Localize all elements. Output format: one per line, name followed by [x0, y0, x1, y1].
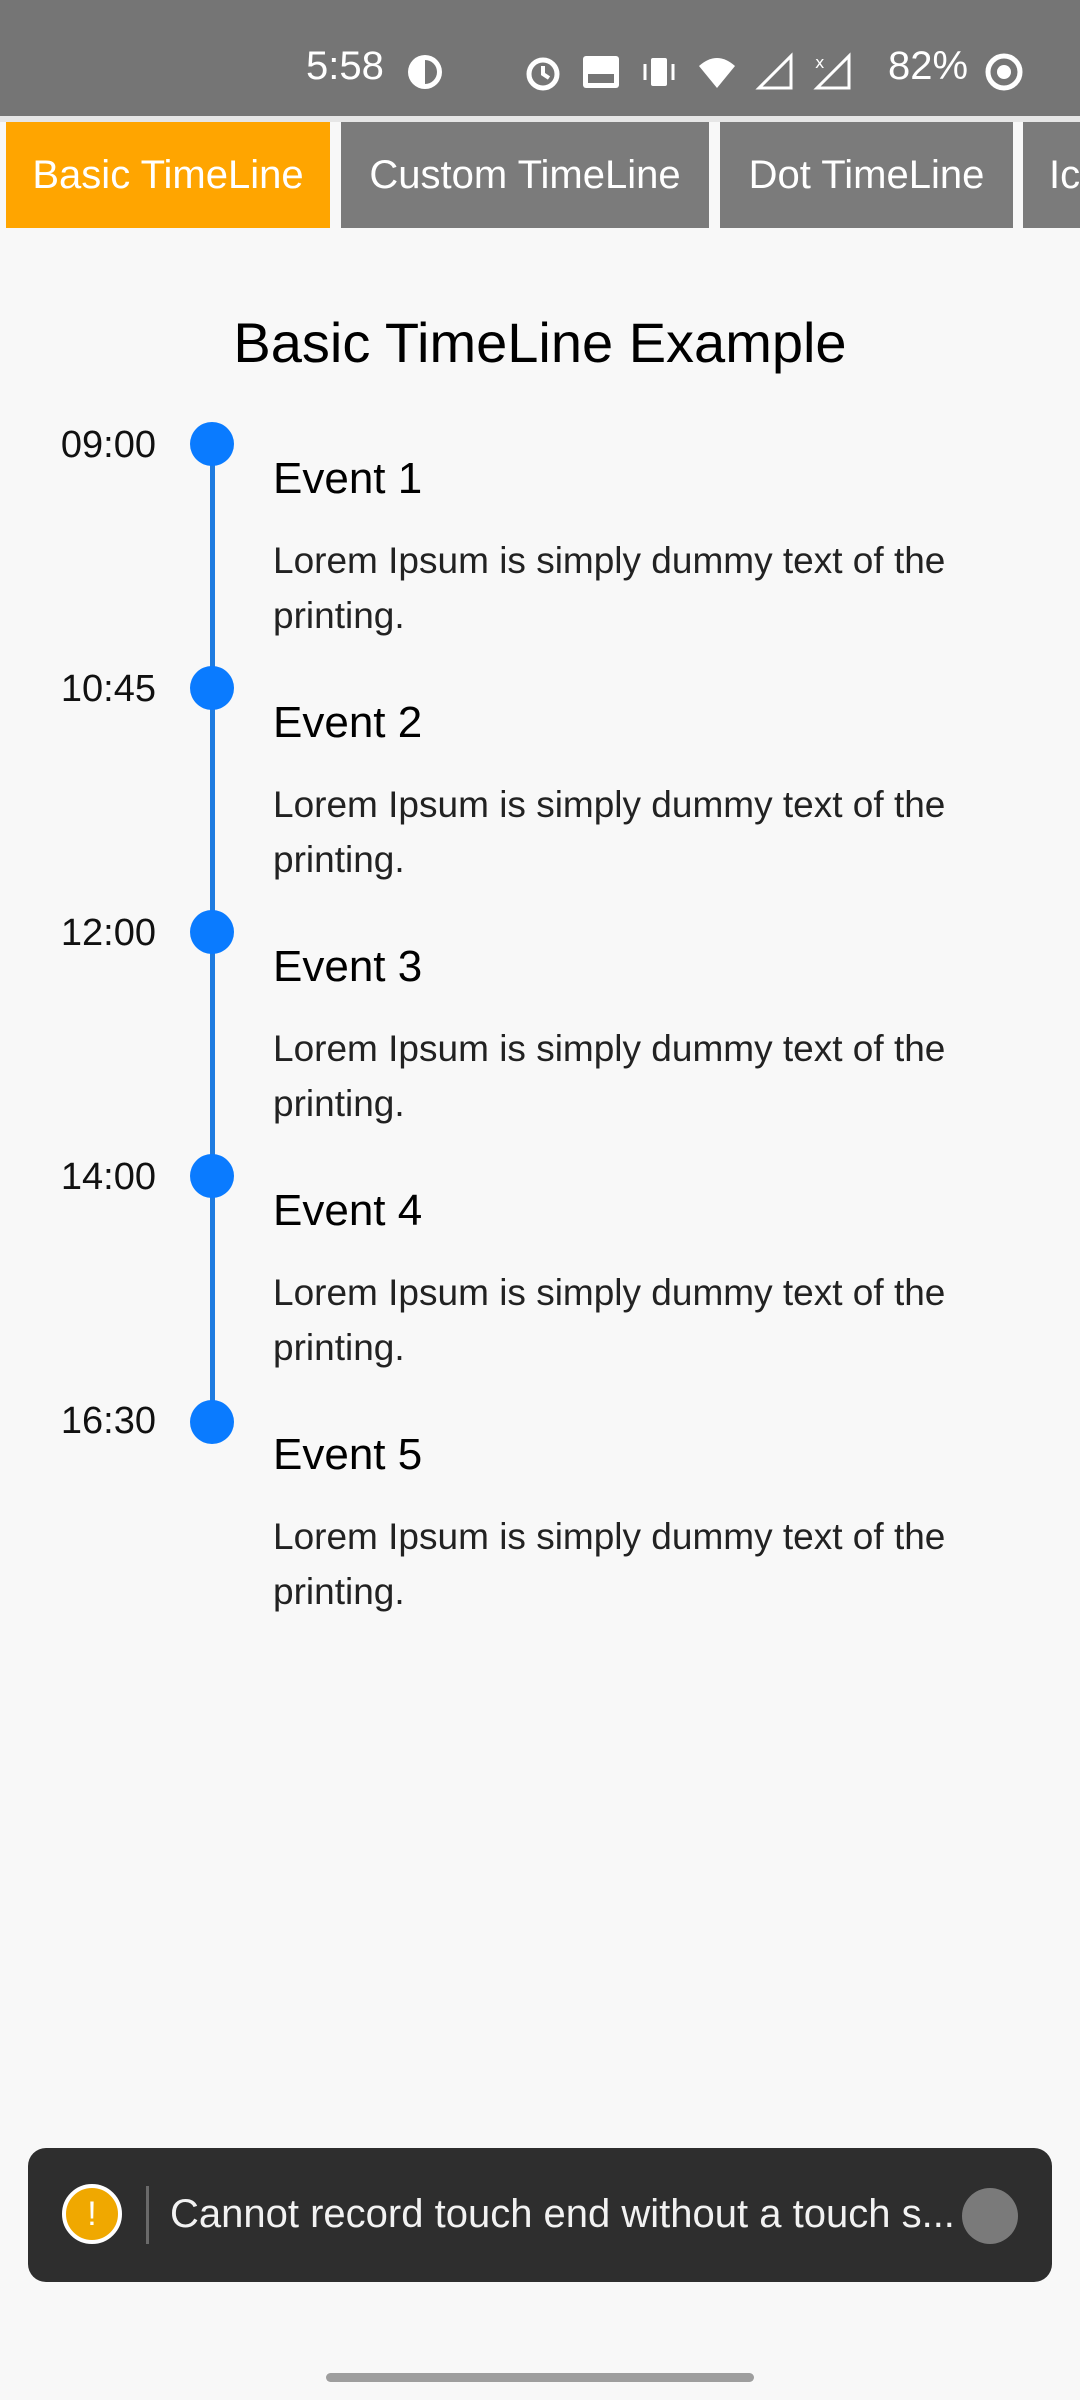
- battery-percentage: 82%: [888, 44, 969, 88]
- timeline-dot: [190, 1154, 234, 1198]
- toast-message: Cannot record touch end without a touch …: [170, 2192, 955, 2236]
- data-saver-icon: [408, 55, 442, 89]
- timeline-time: 12:00: [60, 912, 156, 954]
- alarm-icon: [526, 57, 560, 91]
- tab-icon-timeline[interactable]: Ic: [1023, 122, 1080, 228]
- timeline-event-description: Lorem Ipsum is simply dummy text of the …: [273, 1516, 946, 1612]
- warning-icon: !: [62, 2184, 122, 2244]
- status-icons: x: [405, 46, 853, 98]
- error-toast[interactable]: ! Cannot record touch end without a touc…: [28, 2148, 1052, 2282]
- svg-text:x: x: [815, 53, 824, 72]
- timeline-event-title: Event 5: [273, 1430, 423, 1479]
- timeline-time: 10:45: [60, 668, 156, 710]
- timeline-event-title: Event 4: [273, 1186, 423, 1235]
- status-time: 5:58: [306, 44, 384, 88]
- timeline-dot: [190, 666, 234, 710]
- tab-basic-timeline[interactable]: Basic TimeLine: [6, 122, 330, 228]
- wifi-icon: [699, 58, 735, 88]
- timeline-time: 14:00: [60, 1156, 156, 1198]
- timeline-dot: [190, 1400, 234, 1444]
- timeline-event-description: Lorem Ipsum is simply dummy text of the …: [273, 540, 946, 636]
- tab-bar: Basic TimeLine Custom TimeLine Dot TimeL…: [0, 122, 1080, 228]
- toast-dismiss-button[interactable]: [962, 2188, 1018, 2244]
- timeline-event-title: Event 3: [273, 942, 423, 991]
- timeline-dot: [190, 422, 234, 466]
- vibrate-icon: [643, 58, 675, 86]
- page-title: Basic TimeLine Example: [233, 311, 847, 374]
- timeline-time: 09:00: [60, 424, 156, 466]
- timeline-event-description: Lorem Ipsum is simply dummy text of the …: [273, 784, 946, 880]
- timeline-event-title: Event 2: [273, 698, 423, 747]
- volte-icon: [583, 56, 619, 88]
- signal-x-icon: x: [813, 52, 851, 90]
- timeline-event-description: Lorem Ipsum is simply dummy text of the …: [273, 1028, 946, 1124]
- signal-icon: [755, 52, 793, 90]
- timeline-event-description: Lorem Ipsum is simply dummy text of the …: [273, 1272, 946, 1368]
- tab-dot-timeline[interactable]: Dot TimeLine: [720, 122, 1013, 228]
- home-indicator[interactable]: [326, 2373, 754, 2382]
- timeline-time: 16:30: [60, 1400, 156, 1442]
- battery-ring-icon: [985, 53, 1023, 91]
- status-bar: 5:58 x 82%: [0, 0, 1080, 116]
- tab-custom-timeline[interactable]: Custom TimeLine: [341, 122, 709, 228]
- timeline-event-title: Event 1: [273, 454, 423, 503]
- toast-divider: [146, 2186, 149, 2244]
- timeline-dot: [190, 910, 234, 954]
